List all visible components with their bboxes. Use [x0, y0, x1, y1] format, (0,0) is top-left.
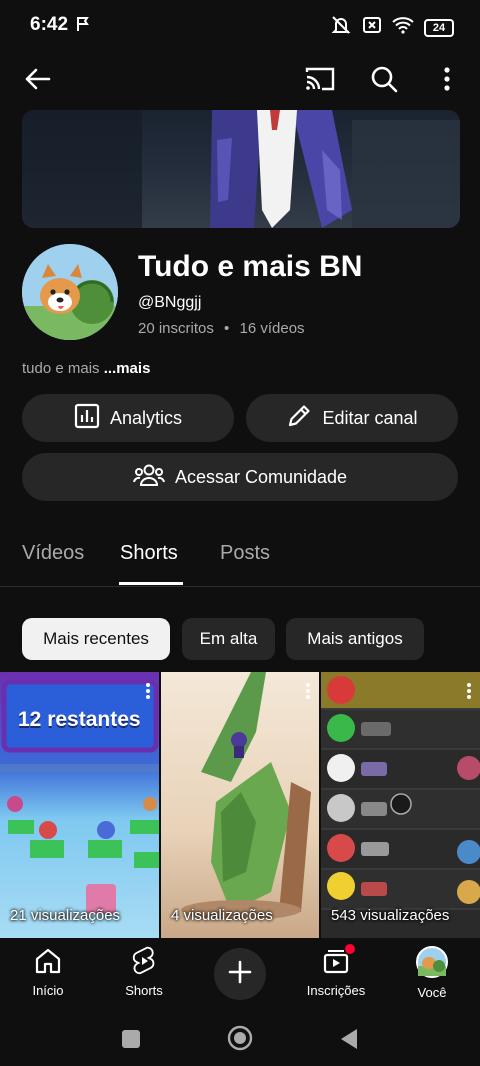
- video-count: 16 vídeos: [239, 320, 305, 337]
- top-app-bar: [0, 52, 480, 104]
- back-arrow-icon[interactable]: [20, 62, 54, 96]
- battery-icon: 24: [424, 18, 454, 37]
- shorts-icon: [130, 946, 158, 979]
- tab-videos[interactable]: Vídeos: [22, 542, 84, 565]
- status-icons: 24: [330, 14, 454, 41]
- status-time: 6:42: [30, 14, 69, 35]
- short-thumbnail-3[interactable]: 543 visualizações: [321, 672, 480, 938]
- status-bar: 6:42 24: [0, 0, 480, 52]
- nav-home[interactable]: Início: [8, 946, 88, 998]
- channel-description[interactable]: tudo e mais ...mais: [22, 360, 150, 377]
- community-label: Acessar Comunidade: [174, 466, 348, 487]
- subscriptions-icon: [321, 944, 355, 979]
- nav-you[interactable]: Você: [392, 946, 472, 1000]
- nav-subscriptions[interactable]: Inscrições: [296, 944, 376, 998]
- short-3-views: 543 visualizações: [331, 907, 450, 924]
- channel-title: Tudo e mais BN: [138, 250, 363, 283]
- short-3-more-icon[interactable]: [466, 682, 472, 705]
- cast-icon[interactable]: [302, 62, 338, 96]
- channel-stats: 20 inscritos • 16 vídeos: [138, 320, 305, 337]
- home-button-icon[interactable]: [224, 1022, 256, 1054]
- nav-home-label: Início: [32, 983, 64, 998]
- notification-dot: [345, 944, 355, 954]
- system-navigation-bar: [0, 1012, 480, 1066]
- profile-avatar-icon: [416, 946, 448, 981]
- pencil-icon: [286, 403, 312, 434]
- bottom-navigation: Início Shorts Inscrições Você: [0, 940, 480, 1012]
- nav-subscriptions-label: Inscrições: [306, 983, 366, 998]
- community-button[interactable]: Acessar Comunidade: [22, 453, 458, 501]
- short-thumbnail-1[interactable]: 12 restantes 21 visualizações: [0, 672, 159, 938]
- no-sim-icon: [362, 15, 382, 40]
- short-1-more-icon[interactable]: [145, 682, 151, 705]
- chip-em-alta[interactable]: Em alta: [182, 618, 275, 660]
- tab-shorts[interactable]: Shorts: [120, 542, 178, 565]
- nav-shorts-label: Shorts: [125, 983, 163, 998]
- nav-you-label: Você: [417, 985, 447, 1000]
- recents-icon[interactable]: [116, 1024, 146, 1054]
- mute-icon: [330, 14, 352, 41]
- short-2-more-icon[interactable]: [305, 682, 311, 705]
- short-1-views: 21 visualizações: [10, 907, 121, 924]
- edit-channel-button[interactable]: Editar canal: [246, 394, 458, 442]
- channel-tabs: Vídeos Shorts Posts: [0, 530, 480, 587]
- subscriber-count: 20 inscritos: [138, 320, 214, 337]
- channel-avatar[interactable]: [22, 244, 118, 340]
- home-icon: [33, 946, 63, 979]
- channel-banner: [22, 110, 460, 228]
- create-button[interactable]: [214, 948, 266, 1000]
- analytics-icon: [74, 403, 100, 434]
- stats-separator: •: [224, 320, 230, 337]
- back-triangle-icon[interactable]: [334, 1024, 364, 1054]
- short-thumbnail-2[interactable]: 4 visualizações: [161, 672, 319, 938]
- chip-mais-recentes[interactable]: Mais recentes: [22, 618, 170, 660]
- search-icon[interactable]: [366, 62, 402, 96]
- chip-mais-antigos[interactable]: Mais antigos: [286, 618, 424, 660]
- description-text: tudo e mais: [22, 360, 100, 377]
- short-2-views: 4 visualizações: [171, 907, 273, 924]
- analytics-label: Analytics: [109, 407, 183, 428]
- flag-icon: [76, 16, 90, 37]
- nav-shorts[interactable]: Shorts: [104, 946, 184, 998]
- more-options-icon[interactable]: [432, 62, 462, 96]
- edit-channel-label: Editar canal: [322, 407, 418, 428]
- plus-icon: [227, 959, 253, 990]
- active-tab-indicator: [119, 582, 183, 585]
- more-link[interactable]: ...mais: [104, 360, 151, 377]
- short-overlay-text: 12 restantes: [18, 708, 141, 731]
- wifi-icon: [392, 16, 414, 39]
- analytics-button[interactable]: Analytics: [22, 394, 234, 442]
- community-icon: [132, 462, 165, 493]
- channel-handle: @BNggjj: [138, 294, 202, 311]
- tab-posts[interactable]: Posts: [220, 542, 270, 565]
